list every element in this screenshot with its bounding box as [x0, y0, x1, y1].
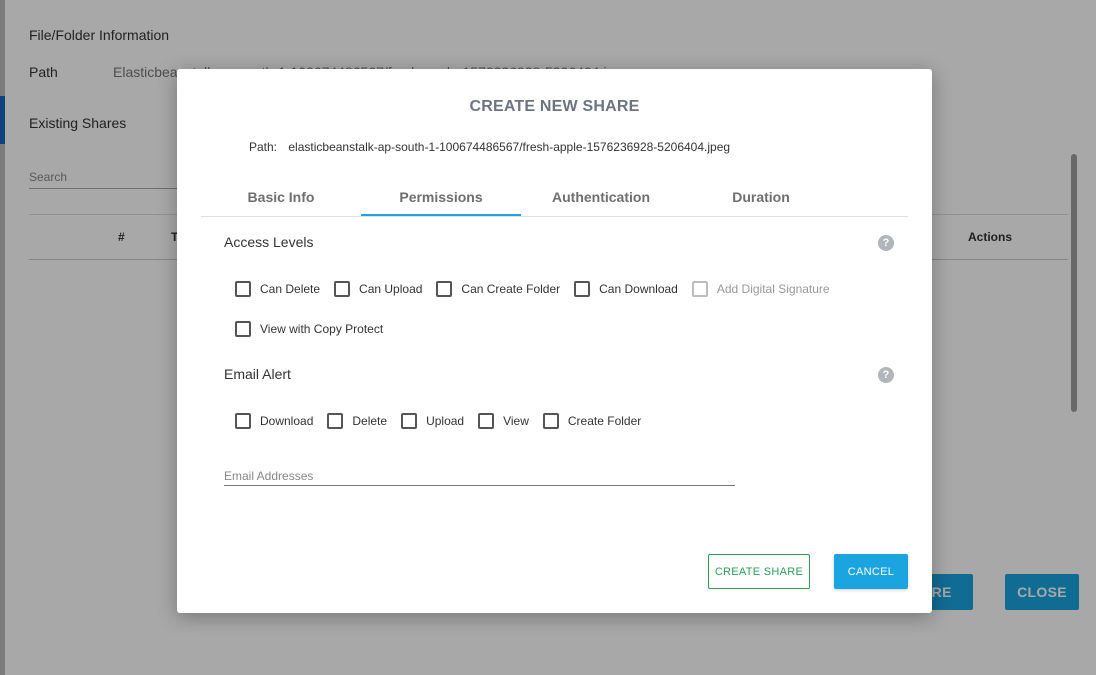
checkbox-box[interactable]: [478, 413, 495, 429]
create-share-dialog: CREATE NEW SHARE Path: elasticbeanstalk-…: [177, 69, 932, 613]
checkbox-box[interactable]: [334, 281, 351, 297]
checkbox-label: Add Digital Signature: [716, 282, 830, 296]
can-delete-checkbox[interactable]: Can Delete: [235, 281, 320, 297]
checkbox-label: Can Delete: [260, 282, 321, 296]
tab-permissions[interactable]: Permissions: [361, 177, 521, 217]
checkbox-label: Can Upload: [359, 282, 423, 296]
checkbox-box[interactable]: [235, 321, 251, 337]
can-download-checkbox[interactable]: Can Download: [574, 281, 678, 297]
active-tab-indicator: [361, 214, 521, 216]
tab-bar: Basic Info Permissions Authentication Du…: [201, 177, 908, 217]
checkbox-box[interactable]: [542, 413, 559, 429]
checkbox-label: View with Copy Protect: [260, 322, 384, 336]
can-upload-checkbox[interactable]: Can Upload: [334, 281, 422, 297]
checkbox-box[interactable]: [574, 281, 591, 297]
access-levels-row-2: View with Copy Protect: [235, 321, 397, 337]
dialog-path-value: elasticbeanstalk-ap-south-1-100674486567…: [288, 140, 731, 154]
add-digital-signature-checkbox: Add Digital Signature: [691, 281, 830, 297]
alert-delete-checkbox[interactable]: Delete: [327, 413, 387, 429]
access-levels-title: Access Levels: [224, 234, 314, 250]
tab-authentication[interactable]: Authentication: [521, 177, 681, 217]
tab-basic-info[interactable]: Basic Info: [201, 177, 361, 217]
email-alert-row: Download Delete Upload View Create Folde…: [235, 413, 655, 429]
cancel-button[interactable]: CANCEL: [834, 554, 908, 589]
email-alert-title: Email Alert: [224, 366, 291, 382]
checkbox-box[interactable]: [235, 281, 251, 297]
path-row: Path: elasticbeanstalk-ap-south-1-100674…: [249, 140, 730, 154]
dialog-title: CREATE NEW SHARE: [469, 98, 640, 115]
checkbox-label: Upload: [426, 414, 465, 428]
checkbox-box[interactable]: [235, 413, 251, 429]
checkbox-box[interactable]: [401, 413, 418, 429]
email-alert-help-icon[interactable]: ?: [878, 367, 894, 383]
checkbox-label: Create Folder: [567, 414, 642, 428]
checkbox-box: [691, 281, 708, 297]
access-levels-help-icon[interactable]: ?: [878, 235, 894, 251]
tab-duration[interactable]: Duration: [681, 177, 841, 217]
checkbox-box[interactable]: [327, 413, 344, 429]
checkbox-label: Can Create Folder: [461, 282, 561, 296]
alert-download-checkbox[interactable]: Download: [235, 413, 313, 429]
alert-create-folder-checkbox[interactable]: Create Folder: [542, 413, 642, 429]
alert-upload-checkbox[interactable]: Upload: [401, 413, 464, 429]
access-levels-row-1: Can Delete Can Upload Can Create Folder …: [235, 281, 844, 297]
create-share-button[interactable]: CREATE SHARE: [708, 554, 810, 589]
alert-view-checkbox[interactable]: View: [478, 413, 529, 429]
view-with-copy-protect-checkbox[interactable]: View with Copy Protect: [235, 321, 383, 337]
can-create-folder-checkbox[interactable]: Can Create Folder: [436, 281, 560, 297]
checkbox-label: Download: [260, 414, 314, 428]
checkbox-box[interactable]: [436, 281, 453, 297]
dialog-path-label: Path:: [249, 140, 278, 154]
checkbox-label: View: [503, 414, 529, 428]
checkbox-label: Delete: [352, 414, 388, 428]
email-addresses-input[interactable]: [224, 466, 735, 486]
checkbox-label: Can Download: [599, 282, 678, 296]
